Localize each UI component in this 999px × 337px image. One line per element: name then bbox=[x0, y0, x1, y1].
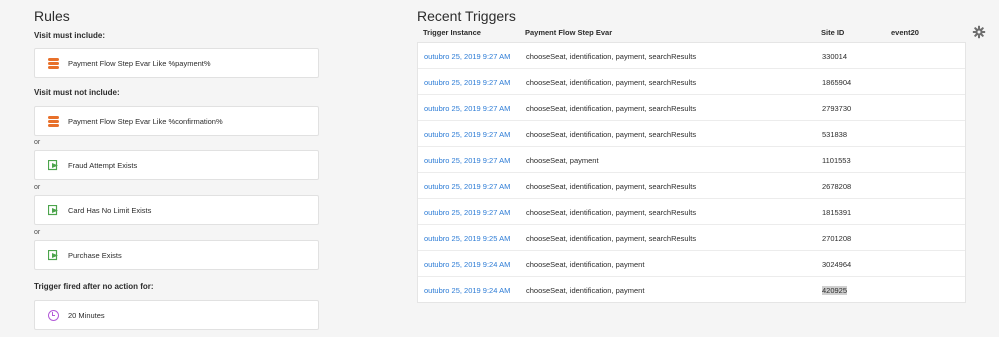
table-row: outubro 25, 2019 9:25 AM chooseSeat, ide… bbox=[418, 225, 965, 251]
gear-icon[interactable] bbox=[972, 25, 986, 39]
exists-icon bbox=[46, 248, 60, 262]
site-id-cell: 3024964 bbox=[822, 260, 852, 269]
payment-flow-cell: chooseSeat, identification, payment, sea… bbox=[526, 208, 697, 217]
site-id-cell: 2793730 bbox=[822, 104, 852, 113]
table-row: outubro 25, 2019 9:27 AM chooseSeat, ide… bbox=[418, 199, 965, 225]
site-id-cell: 2678208 bbox=[822, 182, 852, 191]
table-row: outubro 25, 2019 9:27 AM chooseSeat, ide… bbox=[418, 121, 965, 147]
duration-text: 20 Minutes bbox=[68, 310, 105, 320]
trigger-instance-link[interactable]: outubro 25, 2019 9:27 AM bbox=[424, 156, 510, 165]
exists-icon bbox=[46, 203, 60, 217]
column-header-site-id[interactable]: Site ID bbox=[821, 28, 844, 37]
site-id-cell: 330014 bbox=[822, 52, 848, 61]
recent-triggers-title: Recent Triggers bbox=[417, 8, 516, 24]
site-id-cell: 531838 bbox=[822, 130, 848, 139]
clock-icon bbox=[46, 308, 60, 322]
site-id-cell: 2701208 bbox=[822, 234, 852, 243]
trigger-instance-link[interactable]: outubro 25, 2019 9:24 AM bbox=[424, 260, 510, 269]
table-row: outubro 25, 2019 9:27 AM chooseSeat, ide… bbox=[418, 43, 965, 69]
rule-text: Payment Flow Step Evar Like %payment% bbox=[68, 58, 211, 68]
rule-card-exclude-3[interactable]: Purchase Exists bbox=[34, 240, 319, 270]
fired-after-label: Trigger fired after no action for: bbox=[34, 282, 154, 291]
table-row: outubro 25, 2019 9:27 AM chooseSeat, pay… bbox=[418, 147, 965, 173]
trigger-instance-link[interactable]: outubro 25, 2019 9:24 AM bbox=[424, 286, 510, 295]
payment-flow-cell: chooseSeat, payment bbox=[526, 156, 599, 165]
must-not-include-label: Visit must not include: bbox=[34, 88, 120, 97]
payment-flow-cell: chooseSeat, identification, payment bbox=[526, 286, 645, 295]
payment-flow-cell: chooseSeat, identification, payment, sea… bbox=[526, 182, 697, 191]
triggers-table: outubro 25, 2019 9:27 AM chooseSeat, ide… bbox=[417, 42, 966, 303]
table-row: outubro 25, 2019 9:24 AM chooseSeat, ide… bbox=[418, 277, 965, 302]
rule-card-exclude-1[interactable]: Fraud Attempt Exists bbox=[34, 150, 319, 180]
exists-icon bbox=[46, 158, 60, 172]
site-id-cell: 1865904 bbox=[822, 78, 852, 87]
payment-flow-cell: chooseSeat, identification, payment, sea… bbox=[526, 104, 697, 113]
trigger-instance-link[interactable]: outubro 25, 2019 9:27 AM bbox=[424, 78, 510, 87]
trigger-instance-link[interactable]: outubro 25, 2019 9:27 AM bbox=[424, 104, 510, 113]
column-header-event20[interactable]: event20 bbox=[891, 28, 919, 37]
table-row: outubro 25, 2019 9:27 AM chooseSeat, ide… bbox=[418, 95, 965, 121]
trigger-instance-link[interactable]: outubro 25, 2019 9:27 AM bbox=[424, 130, 510, 139]
or-label: or bbox=[34, 229, 41, 236]
site-id-cell: 1815391 bbox=[822, 208, 852, 217]
or-label: or bbox=[34, 139, 41, 146]
must-include-label: Visit must include: bbox=[34, 31, 105, 40]
payment-flow-cell: chooseSeat, identification, payment, sea… bbox=[526, 234, 697, 243]
rule-text: Card Has No Limit Exists bbox=[68, 205, 152, 215]
payment-flow-cell: chooseSeat, identification, payment, sea… bbox=[526, 78, 697, 87]
duration-card[interactable]: 20 Minutes bbox=[34, 300, 319, 330]
site-id-cell-selected: 420925 bbox=[822, 286, 848, 295]
trigger-instance-link[interactable]: outubro 25, 2019 9:27 AM bbox=[424, 182, 510, 191]
rule-text: Fraud Attempt Exists bbox=[68, 160, 138, 170]
rules-title: Rules bbox=[34, 8, 70, 24]
payment-flow-cell: chooseSeat, identification, payment, sea… bbox=[526, 130, 697, 139]
table-header: Trigger Instance Payment Flow Step Evar … bbox=[417, 28, 966, 42]
column-header-trigger-instance[interactable]: Trigger Instance bbox=[423, 28, 481, 37]
or-label: or bbox=[34, 184, 41, 191]
rule-text: Purchase Exists bbox=[68, 250, 122, 260]
evar-icon bbox=[46, 114, 60, 128]
payment-flow-cell: chooseSeat, identification, payment, sea… bbox=[526, 52, 697, 61]
payment-flow-cell: chooseSeat, identification, payment bbox=[526, 260, 645, 269]
column-header-payment-flow[interactable]: Payment Flow Step Evar bbox=[525, 28, 612, 37]
table-row: outubro 25, 2019 9:27 AM chooseSeat, ide… bbox=[418, 69, 965, 95]
rule-text: Payment Flow Step Evar Like %confirmatio… bbox=[68, 116, 223, 126]
rule-card-exclude-0[interactable]: Payment Flow Step Evar Like %confirmatio… bbox=[34, 106, 319, 136]
trigger-instance-link[interactable]: outubro 25, 2019 9:25 AM bbox=[424, 234, 510, 243]
rule-card-include-0[interactable]: Payment Flow Step Evar Like %payment% bbox=[34, 48, 319, 78]
table-row: outubro 25, 2019 9:24 AM chooseSeat, ide… bbox=[418, 251, 965, 277]
site-id-cell: 1101553 bbox=[822, 156, 851, 165]
table-row: outubro 25, 2019 9:27 AM chooseSeat, ide… bbox=[418, 173, 965, 199]
trigger-instance-link[interactable]: outubro 25, 2019 9:27 AM bbox=[424, 52, 510, 61]
evar-icon bbox=[46, 56, 60, 70]
rule-card-exclude-2[interactable]: Card Has No Limit Exists bbox=[34, 195, 319, 225]
trigger-instance-link[interactable]: outubro 25, 2019 9:27 AM bbox=[424, 208, 510, 217]
